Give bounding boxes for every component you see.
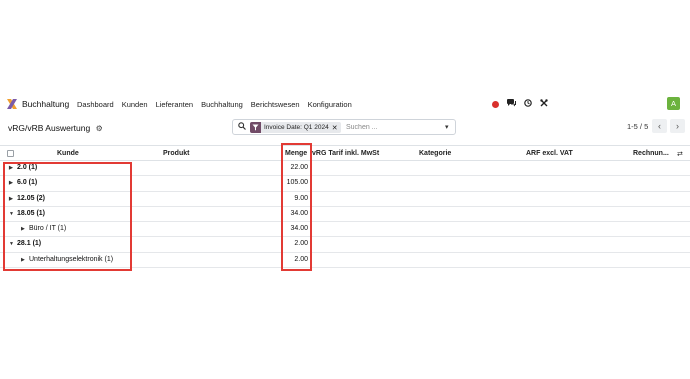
- remove-facet-icon[interactable]: ✕: [332, 124, 341, 132]
- column-header-produkt[interactable]: Produkt: [163, 150, 189, 157]
- table-row[interactable]: ▶ Büro / IT (1) 34.00: [0, 222, 690, 238]
- column-header-vrg-tarif[interactable]: vRG Tarif inkl. MwSt: [312, 150, 379, 157]
- group-cell[interactable]: ▼ 18.05 (1): [9, 210, 45, 217]
- table-body: ▶ 2.0 (1) 22.00 ▶ 6.0 (1) 105.00 ▶ 12.05 (2) 9.0…: [0, 161, 690, 269]
- table-row[interactable]: ▼ 28.1 (1) 2.00: [0, 237, 690, 253]
- column-header-menge[interactable]: Menge: [285, 150, 307, 157]
- caret-down-icon: ▼: [9, 210, 14, 217]
- app-logo-icon[interactable]: [7, 99, 17, 109]
- group-label: 2.0 (1): [17, 164, 38, 171]
- group-cell[interactable]: ▶ 6.0 (1): [9, 179, 37, 186]
- menu-item-kunden[interactable]: Kunden: [122, 100, 148, 109]
- search-bar[interactable]: Invoice Date: Q1 2024 ✕ ▾: [232, 119, 456, 135]
- table-header: Kunde Produkt Menge vRG Tarif inkl. MwSt…: [0, 145, 690, 161]
- table-row[interactable]: ▼ 18.05 (1) 34.00: [0, 207, 690, 223]
- caret-down-icon: ▼: [9, 241, 14, 248]
- column-header-arf[interactable]: ARF excl. VAT: [526, 150, 573, 157]
- menge-cell: 105.00: [286, 179, 308, 187]
- group-label: 6.0 (1): [17, 179, 38, 187]
- table-row[interactable]: ▶ 2.0 (1) 22.00: [0, 161, 690, 177]
- menge-cell: 2.00: [294, 255, 308, 263]
- table-row[interactable]: ▶ Unterhaltungselektronik (1) 2.00: [0, 253, 690, 269]
- menge-cell: 22.00: [290, 164, 308, 171]
- filter-icon: [250, 122, 261, 133]
- group-label: 18.05 (1): [17, 209, 46, 217]
- top-navbar: Buchhaltung Dashboard Kunden Lieferanten…: [0, 94, 690, 114]
- optional-columns-icon[interactable]: ⇄: [677, 150, 683, 158]
- record-dot-icon[interactable]: [492, 100, 499, 108]
- search-icon[interactable]: [238, 122, 246, 132]
- menge-cell: 9.00: [294, 194, 308, 202]
- group-cell[interactable]: ▼ 28.1 (1): [9, 240, 41, 247]
- menge-cell: 34.00: [290, 209, 308, 217]
- filter-facet[interactable]: Invoice Date: Q1 2024 ✕: [250, 122, 341, 133]
- menge-cell: 2.00: [294, 240, 308, 248]
- group-cell[interactable]: ▶ Büro / IT (1): [21, 225, 66, 232]
- group-cell[interactable]: ▶ Unterhaltungselektronik (1): [21, 256, 113, 263]
- search-input[interactable]: [346, 122, 436, 133]
- group-label: Büro / IT (1): [29, 225, 67, 233]
- table-row[interactable]: ▶ 12.05 (2) 9.00: [0, 192, 690, 207]
- group-cell[interactable]: ▶ 12.05 (2): [9, 195, 45, 202]
- search-options-chevron-down-icon[interactable]: ▾: [445, 123, 449, 131]
- group-label: 12.05 (2): [17, 194, 46, 202]
- page-title-text: vRG/vRB Auswertung: [8, 123, 91, 133]
- select-all-checkbox[interactable]: [7, 150, 14, 157]
- main-menu: Dashboard Kunden Lieferanten Buchhaltung…: [77, 100, 352, 109]
- group-cell[interactable]: ▶ 2.0 (1): [9, 164, 37, 171]
- caret-right-icon: ▶: [21, 256, 25, 263]
- column-header-rechnung[interactable]: Rechnun...: [633, 150, 669, 157]
- group-label: 28.1 (1): [17, 240, 42, 248]
- menge-cell: 34.00: [290, 225, 308, 233]
- facet-label: Invoice Date: Q1 2024: [264, 124, 329, 131]
- systray: [492, 99, 548, 109]
- column-header-kunde[interactable]: Kunde: [57, 150, 79, 157]
- menu-item-lieferanten[interactable]: Lieferanten: [156, 100, 194, 109]
- app-name[interactable]: Buchhaltung: [22, 99, 69, 109]
- clock-icon[interactable]: [524, 99, 532, 109]
- tools-icon[interactable]: [540, 99, 548, 109]
- pager-value[interactable]: 1-5 / 5: [627, 122, 648, 131]
- table-row[interactable]: ▶ 6.0 (1) 105.00: [0, 176, 690, 192]
- menu-item-konfiguration[interactable]: Konfiguration: [308, 100, 352, 109]
- pager-previous-button[interactable]: ‹: [652, 119, 667, 133]
- column-header-kategorie[interactable]: Kategorie: [419, 150, 451, 157]
- gear-icon[interactable]: ⚙: [96, 124, 103, 133]
- menu-item-buchhaltung[interactable]: Buchhaltung: [201, 100, 243, 109]
- chat-icon[interactable]: [507, 99, 516, 109]
- caret-right-icon: ▶: [9, 195, 13, 202]
- caret-right-icon: ▶: [9, 180, 13, 187]
- menu-item-dashboard[interactable]: Dashboard: [77, 100, 114, 109]
- page-title: vRG/vRB Auswertung ⚙: [8, 123, 103, 133]
- pivot-list-table: Kunde Produkt Menge vRG Tarif inkl. MwSt…: [0, 145, 690, 269]
- group-label: Unterhaltungselektronik (1): [29, 255, 114, 263]
- pager-next-button[interactable]: ›: [670, 119, 685, 133]
- caret-right-icon: ▶: [21, 226, 25, 233]
- user-avatar[interactable]: A: [667, 97, 680, 110]
- caret-right-icon: ▶: [9, 165, 13, 171]
- menu-item-berichtswesen[interactable]: Berichtswesen: [251, 100, 300, 109]
